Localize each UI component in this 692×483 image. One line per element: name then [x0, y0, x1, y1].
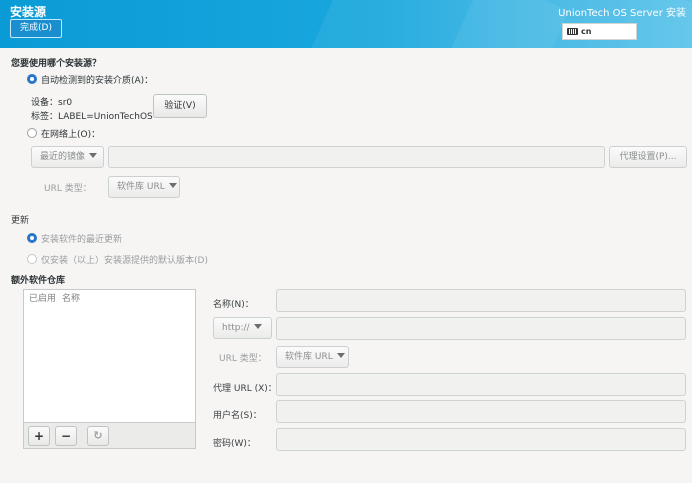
repo-name-label: 名称(N)：	[213, 300, 254, 310]
chevron-down-icon	[89, 153, 98, 158]
url-type-label: URL 类型：	[44, 184, 92, 194]
refresh-icon[interactable]: ↻	[87, 426, 109, 446]
proxy-settings-button[interactable]: 代理设置(P)...	[609, 146, 687, 168]
updates-title: 更新	[11, 216, 30, 226]
add-repo-button[interactable]: +	[28, 426, 50, 446]
network-label[interactable]: 在网络上(O)：	[41, 127, 100, 140]
repo-url-input[interactable]	[276, 317, 686, 340]
mirror-dropdown[interactable]: 最近的镜像	[31, 146, 104, 168]
proxy-url-label: 代理 URL (X)：	[213, 384, 277, 394]
auto-detect-radio[interactable]	[27, 74, 37, 84]
label-line: 标签：LABEL=UnionTechOS	[31, 112, 153, 122]
proxy-url-input[interactable]	[276, 373, 686, 396]
auto-detect-label[interactable]: 自动检测到的安装介质(A)：	[41, 73, 153, 86]
repo-url-type-label: URL 类型：	[219, 354, 267, 364]
repo-list-header: 已启用 名称	[24, 290, 195, 308]
latest-updates-radio[interactable]	[27, 233, 37, 243]
protocol-value: http://	[222, 323, 250, 333]
source-question: 您要使用哪个安装源？	[11, 59, 102, 69]
repo-name-input[interactable]	[276, 289, 686, 312]
default-version-label[interactable]: 仅安装（以上）安装源提供的默认版本(D)	[41, 253, 208, 266]
device-line: 设备：sr0	[31, 98, 73, 108]
password-label: 密码(W)：	[213, 439, 256, 449]
mirror-dropdown-value: 最近的镜像	[40, 152, 86, 162]
product-name: UnionTech OS Server 安装	[558, 8, 686, 19]
verify-button[interactable]: 验证(V)	[153, 94, 207, 118]
url-type-dropdown[interactable]: 软件库 URL	[108, 176, 180, 198]
keyboard-icon	[567, 28, 578, 35]
extra-repos-title: 额外软件仓库	[11, 276, 66, 286]
repo-toolbar: + − ↻	[23, 422, 196, 449]
col-name-header[interactable]: 名称	[62, 294, 80, 304]
password-input[interactable]	[276, 428, 686, 451]
network-radio[interactable]	[27, 128, 37, 138]
remove-repo-button[interactable]: −	[55, 426, 77, 446]
chevron-down-icon	[253, 324, 262, 329]
username-input[interactable]	[276, 400, 686, 423]
repo-url-type-dropdown[interactable]: 软件库 URL	[276, 346, 349, 368]
keyboard-layout-value: cn	[581, 27, 592, 36]
page-title: 安装源	[10, 5, 47, 19]
chevron-down-icon	[168, 183, 177, 188]
default-version-radio[interactable]	[27, 254, 37, 264]
latest-updates-label[interactable]: 安装软件的最近更新	[41, 232, 122, 245]
done-button[interactable]: 完成(D)	[10, 19, 62, 38]
username-label: 用户名(S)：	[213, 411, 262, 421]
source-url-input[interactable]	[108, 146, 605, 168]
chevron-down-icon	[336, 353, 345, 358]
keyboard-layout-indicator[interactable]: cn	[562, 23, 637, 40]
url-type-value: 软件库 URL	[117, 182, 165, 192]
col-enabled-header[interactable]: 已启用	[29, 294, 56, 304]
protocol-dropdown[interactable]: http://	[213, 317, 272, 339]
repo-url-type-value: 软件库 URL	[285, 352, 333, 362]
